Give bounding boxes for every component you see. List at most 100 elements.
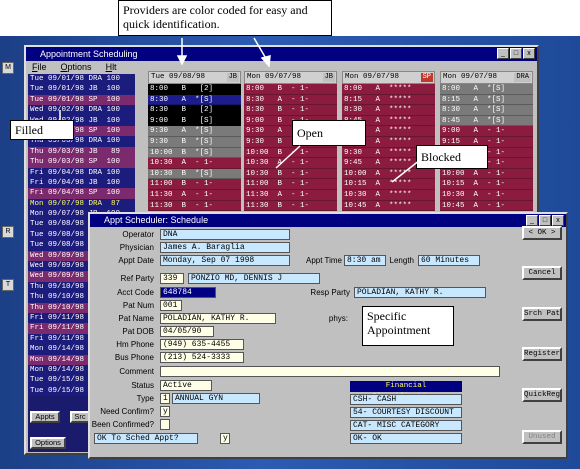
time-slot[interactable]: 8:15 A *[S] (440, 94, 533, 106)
time-slot[interactable]: 9:30 B *[S] (148, 136, 241, 148)
type-name-field[interactable]: ANNUAL GYN (172, 393, 260, 404)
search-patient-button[interactable]: Srch Pat (522, 307, 562, 321)
date-list-row[interactable]: Tue 09/01/98 JB 100 (28, 84, 135, 95)
time-slot[interactable]: 11:30 B - 1- (148, 200, 241, 212)
acct-code-field[interactable]: 648784 (160, 287, 216, 298)
time-slot[interactable]: 10:30 B - 1- (244, 168, 337, 180)
column-header[interactable]: Mon 09/07/98 SP (342, 71, 435, 84)
pat-name-field[interactable]: POLADIAN, KATHY R. (160, 313, 276, 324)
time-slot[interactable]: 9:30 A *[S] (148, 126, 241, 137)
close-icon[interactable]: x (523, 48, 535, 59)
unused-button[interactable]: Unused (522, 430, 562, 444)
dialog-title-bar[interactable]: Appt Scheduler: Schedule _ □ x (90, 214, 566, 227)
time-slot[interactable]: 10:30 A ***** (342, 189, 435, 201)
register-button[interactable]: Register (522, 347, 562, 361)
date-list-row[interactable]: Thu 09/03/98 SP 100 (28, 157, 135, 168)
time-slot[interactable]: 10:15 A ***** (342, 179, 435, 190)
status-field[interactable]: Active (160, 380, 212, 391)
type-code-field[interactable]: 1 (160, 393, 170, 404)
financial-item[interactable]: OK- OK (350, 433, 462, 444)
appt-date-field[interactable]: Monday, Sep 07 1998 (160, 255, 290, 266)
date-list-row[interactable]: Fri 09/04/98 SP 100 (28, 188, 135, 199)
pat-num-field[interactable]: 001 (160, 300, 182, 311)
time-slot[interactable]: 10:00 B - 1- (244, 147, 337, 159)
time-slot[interactable]: 10:00 A ***** (342, 168, 435, 180)
maximize-icon[interactable]: □ (539, 215, 551, 226)
time-slot[interactable]: 10:45 A ***** (342, 200, 435, 212)
time-slot[interactable]: 11:30 A - 1- (244, 189, 337, 201)
time-slot[interactable]: 8:45 A *[S] (440, 115, 533, 127)
length-field[interactable]: 60 Minutes (418, 255, 480, 266)
physician-field[interactable]: James A. Baraglia (160, 242, 290, 253)
time-slot[interactable]: 11:30 A - 1- (148, 189, 241, 201)
time-slot[interactable]: 8:30 A ***** (342, 105, 435, 116)
time-slot[interactable]: 8:30 B - 1- (244, 105, 337, 116)
column-header[interactable]: Tue 09/08/98 JB (148, 71, 241, 84)
time-slot[interactable]: 8:30 A *[S] (440, 105, 533, 116)
minimize-icon[interactable]: _ (526, 215, 538, 226)
time-slot[interactable]: 10:30 A - 1- (440, 189, 533, 201)
financial-item[interactable]: CSH- CASH (350, 394, 462, 405)
menu-file[interactable]: File (32, 61, 47, 73)
column-header[interactable]: Mon 09/07/98 DRA (440, 71, 533, 84)
search-button[interactable]: Src (70, 411, 90, 423)
date-list-row[interactable]: Mon 09/07/98 DRA 87 (28, 198, 135, 210)
date-list-row[interactable]: Thu 09/03/98 JB 89 (28, 146, 135, 158)
time-slot[interactable]: 8:15 A ***** (342, 94, 435, 106)
time-slot[interactable]: 11:00 B - 1- (244, 179, 337, 190)
need-confirm-field[interactable]: y (160, 406, 170, 417)
appts-button[interactable]: Appts (30, 411, 60, 423)
quickreg-button[interactable]: QuickReg (522, 388, 562, 402)
date-list-row[interactable]: Tue 09/01/98 SP 100 (28, 94, 135, 106)
bus-phone-field[interactable]: (213) 524-3333 (160, 352, 244, 363)
time-slot[interactable]: 10:00 A - 1- (440, 168, 533, 180)
cancel-button[interactable]: Cancel (522, 266, 562, 280)
maximize-icon[interactable]: □ (510, 48, 522, 59)
time-slot[interactable]: 8:30 A *[S] (148, 94, 241, 106)
ref-party-name-field[interactable]: PONZIO MD, DENNIS J (188, 273, 320, 284)
time-slot[interactable]: 9:00 A - 1- (440, 126, 533, 137)
date-list-row[interactable]: Wed 09/02/98 DRA 100 (28, 105, 135, 116)
minimize-icon[interactable]: _ (497, 48, 509, 59)
pat-name-label: Pat Name (118, 314, 154, 323)
ok-to-sched-field[interactable]: y (220, 433, 230, 444)
time-slot[interactable]: 8:30 B [2] (148, 105, 241, 116)
date-list-row[interactable]: Fri 09/04/98 DRA 100 (28, 167, 135, 178)
financial-item[interactable]: 54- COURTESY DISCOUNT (350, 407, 462, 418)
ok-button[interactable]: < OK > (522, 226, 562, 240)
time-slot[interactable]: 8:00 A *[S] (440, 84, 533, 95)
time-slot[interactable]: 10:45 A - 1- (440, 200, 533, 212)
time-slot[interactable]: 8:30 A - 1- (244, 94, 337, 106)
time-slot[interactable]: 8:00 B - 1- (244, 84, 337, 95)
column-header[interactable]: Mon 09/07/98 JB (244, 71, 337, 84)
operator-field[interactable]: DNA (160, 229, 290, 240)
main-title-bar[interactable]: Appointment Scheduling _ □ x (26, 47, 537, 61)
been-confirmed-field[interactable] (160, 419, 170, 430)
close-icon[interactable]: x (552, 215, 564, 226)
time-slot[interactable]: 11:30 B - 1- (244, 200, 337, 212)
resp-party-field[interactable]: POLADIAN, KATHY R. (354, 287, 486, 298)
desktop-icon[interactable]: T (2, 279, 14, 291)
menu-help[interactable]: Hlt (106, 61, 117, 73)
appt-time-field[interactable]: 8:30 am (344, 255, 386, 266)
desktop-icon[interactable]: R (2, 226, 14, 238)
options-button[interactable]: Options (30, 437, 66, 449)
time-slot[interactable]: 10:00 B *[S] (148, 147, 241, 159)
comment-field[interactable] (160, 366, 500, 377)
time-slot[interactable]: 10:30 B *[S] (148, 168, 241, 180)
desktop-icon[interactable]: M (2, 62, 14, 74)
date-list-row[interactable]: Tue 09/01/98 DRA 100 (28, 74, 135, 85)
time-slot[interactable]: 10:30 A - 1- (244, 158, 337, 169)
time-slot[interactable]: 9:00 B [S] (148, 115, 241, 127)
pat-dob-field[interactable]: 04/05/90 (160, 326, 214, 337)
time-slot[interactable]: 11:00 B - 1- (148, 179, 241, 190)
time-slot[interactable]: 8:00 A ***** (342, 84, 435, 95)
date-list-row[interactable]: Fri 09/04/98 JB 100 (28, 177, 135, 189)
time-slot[interactable]: 10:30 A - 1- (148, 158, 241, 169)
hm-phone-field[interactable]: (949) 635-4455 (160, 339, 244, 350)
time-slot[interactable]: 10:15 A - 1- (440, 179, 533, 190)
menu-options[interactable]: Options (61, 61, 92, 73)
time-slot[interactable]: 8:00 B [2] (148, 84, 241, 95)
ref-party-code-field[interactable]: 339 (160, 273, 184, 284)
financial-item[interactable]: CAT- MISC CATEGORY (350, 420, 462, 431)
